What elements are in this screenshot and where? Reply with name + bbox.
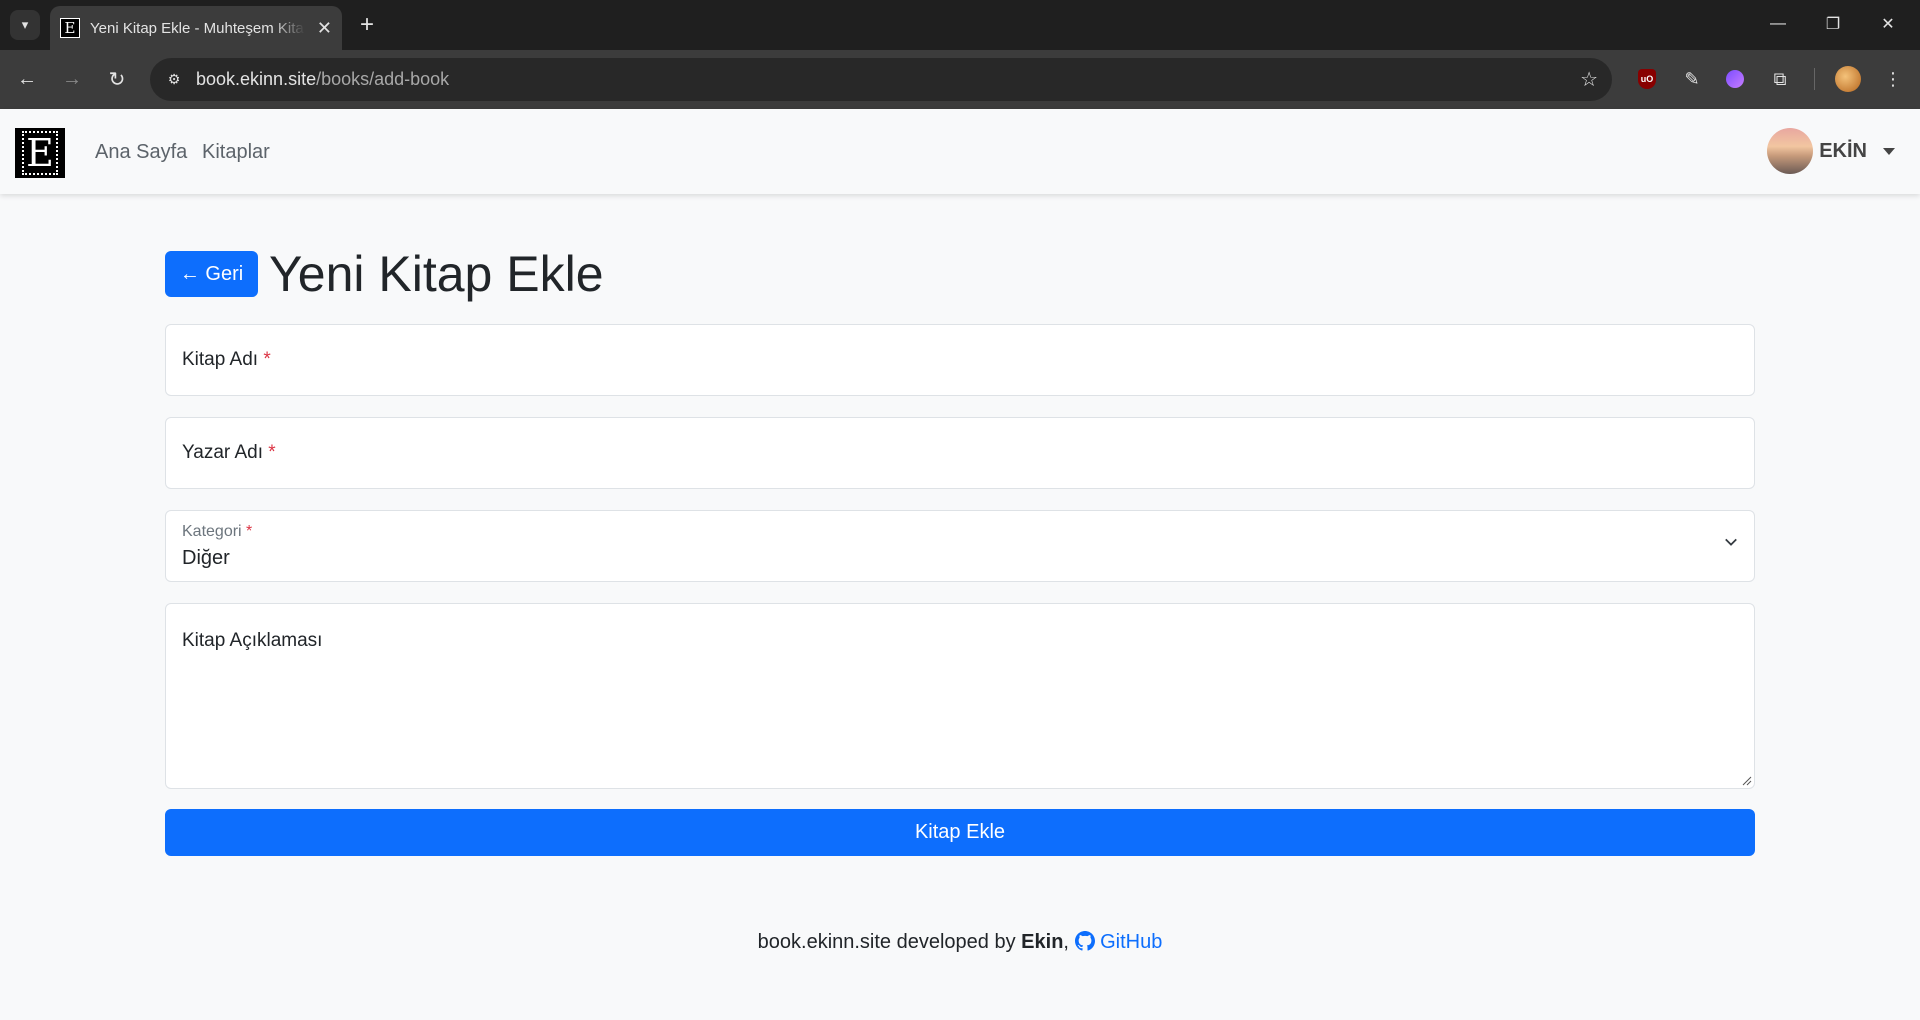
footer-author: Ekin (1021, 931, 1064, 953)
author-name-label: Yazar Adı * (182, 442, 276, 463)
chevron-down-icon (1725, 538, 1737, 546)
add-book-button[interactable]: Kitap Ekle (165, 809, 1755, 856)
footer-site: book.ekinn.site (757, 931, 892, 953)
resize-handle-icon[interactable] (1742, 776, 1752, 786)
close-window-button[interactable]: ✕ (1870, 8, 1906, 40)
site-navbar: E Ana Sayfa Kitaplar EKİN (0, 109, 1920, 194)
footer-developed-by: developed by (891, 931, 1022, 953)
github-icon (1074, 931, 1095, 951)
user-name: EKİN (1819, 139, 1867, 162)
new-tab-button[interactable]: + (352, 10, 382, 40)
toolbar-separator (1814, 68, 1815, 90)
chrome-menu-icon[interactable]: ⋮ (1878, 64, 1908, 94)
description-textarea[interactable]: Kitap Açıklaması (165, 603, 1755, 789)
browser-tabbar: ▾ E Yeni Kitap Ekle - Muhteşem Kitap ✕ +… (0, 0, 1920, 50)
url-text[interactable]: book.ekinn.site/books/add-book (196, 69, 449, 90)
ublock-extension-icon[interactable]: uO (1632, 64, 1662, 94)
page-title: Yeni Kitap Ekle (269, 246, 604, 302)
nav-link-books[interactable]: Kitaplar (202, 141, 270, 164)
chrome-profile-avatar[interactable] (1833, 64, 1863, 94)
reload-icon[interactable]: ↻ (102, 64, 132, 94)
site-info-icon[interactable]: ⚙ (162, 68, 186, 92)
page-content: E Ana Sayfa Kitaplar EKİN ← Geri Yeni Ki… (0, 109, 1920, 1020)
address-bar[interactable]: ⚙ book.ekinn.site/books/add-book ☆ (150, 58, 1612, 101)
logo-letter: E (22, 131, 58, 175)
minimize-button[interactable]: — (1760, 8, 1796, 40)
ublock-label: uO (1638, 69, 1656, 89)
author-name-field[interactable]: Yazar Adı * (165, 417, 1755, 489)
tab-search-button[interactable]: ▾ (10, 10, 40, 40)
browser-toolbar: ← → ↻ ⚙ book.ekinn.site/books/add-book ☆… (0, 50, 1920, 109)
description-label: Kitap Açıklaması (182, 630, 323, 651)
footer-separator: , (1063, 931, 1075, 953)
site-logo[interactable]: E (15, 128, 65, 178)
bookmark-star-icon[interactable]: ☆ (1580, 67, 1598, 92)
category-select[interactable]: Kategori * Diğer (165, 510, 1755, 582)
dropdown-caret-icon (1883, 147, 1895, 155)
tab-title: Yeni Kitap Ekle - Muhteşem Kitap (90, 19, 305, 37)
purple-extension-icon[interactable] (1720, 64, 1750, 94)
category-label: Kategori * (182, 523, 253, 540)
color-picker-extension-icon[interactable]: ✎ (1677, 64, 1707, 94)
book-name-field[interactable]: Kitap Adı * (165, 324, 1755, 396)
browser-tab-active[interactable]: E Yeni Kitap Ekle - Muhteşem Kitap ✕ (50, 6, 342, 50)
back-arrow-icon[interactable]: ← (12, 64, 42, 94)
forward-arrow-icon[interactable]: → (57, 64, 87, 94)
url-path: /books/add-book (316, 69, 450, 89)
tab-close-icon[interactable]: ✕ (317, 18, 332, 39)
nav-link-home[interactable]: Ana Sayfa (95, 141, 187, 164)
back-button[interactable]: ← Geri (165, 251, 258, 297)
extensions-puzzle-icon[interactable]: ⧉ (1765, 64, 1795, 94)
footer: book.ekinn.site developed by Ekin, GitHu… (0, 931, 1920, 954)
github-link[interactable]: GitHub (1074, 931, 1163, 953)
url-host: book.ekinn.site (196, 69, 317, 89)
restore-button[interactable]: ❐ (1815, 8, 1851, 40)
user-avatar (1767, 128, 1814, 174)
github-label: GitHub (1100, 931, 1163, 953)
tab-favicon: E (60, 18, 80, 38)
book-name-label: Kitap Adı * (182, 349, 271, 370)
category-value: Diğer (182, 547, 230, 569)
user-menu[interactable]: EKİN (1767, 128, 1895, 174)
